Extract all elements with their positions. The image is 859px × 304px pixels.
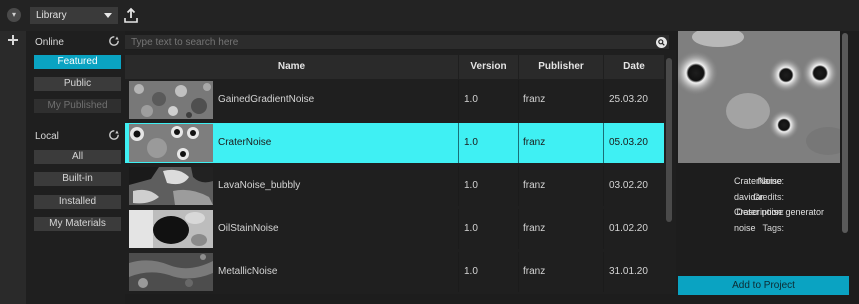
material-preview — [678, 31, 840, 163]
row-publisher: franz — [523, 137, 546, 148]
row-date: 01.02.20 — [609, 223, 648, 234]
details-tags-value: noise — [734, 223, 756, 233]
row-name: OilStainNoise — [218, 223, 279, 234]
my-published-button[interactable]: My Published — [34, 99, 121, 113]
row-divider — [458, 80, 459, 120]
details-tags-label: Tags: — [762, 223, 784, 233]
table-row[interactable]: GainedGradientNoise 1.0 franz 25.03.20 — [125, 80, 664, 120]
material-thumbnail — [129, 81, 213, 119]
row-divider — [458, 252, 459, 292]
row-version: 1.0 — [464, 223, 478, 234]
plus-icon[interactable] — [8, 35, 18, 45]
search-input[interactable] — [131, 35, 651, 49]
column-header-publisher[interactable]: Publisher — [519, 55, 603, 79]
row-publisher: franz — [523, 94, 546, 105]
all-button[interactable]: All — [34, 150, 121, 164]
sidebar — [26, 31, 125, 304]
my-materials-button[interactable]: My Materials — [34, 217, 121, 231]
row-divider — [603, 252, 604, 292]
row-divider — [603, 80, 604, 120]
column-header-version[interactable]: Version — [459, 55, 518, 79]
row-divider — [603, 123, 604, 163]
row-divider — [518, 252, 519, 292]
row-divider — [603, 209, 604, 249]
built-in-button[interactable]: Built-in — [34, 172, 121, 186]
column-header-date[interactable]: Date — [604, 55, 664, 79]
online-section-label: Online — [35, 37, 64, 48]
refresh-online-icon[interactable] — [108, 35, 120, 47]
table-row[interactable]: OilStainNoise 1.0 franz 01.02.20 — [125, 209, 664, 249]
local-section-label: Local — [35, 131, 59, 142]
chevron-down-icon[interactable]: ▾ — [7, 8, 21, 22]
search-icon[interactable] — [656, 37, 667, 48]
library-select-label: Library — [36, 10, 67, 21]
row-divider — [458, 209, 459, 249]
row-divider — [518, 209, 519, 249]
column-header-name[interactable]: Name — [125, 55, 458, 79]
add-strip — [0, 31, 26, 304]
row-version: 1.0 — [464, 266, 478, 277]
table-row[interactable]: MetallicNoise 1.0 franz 31.01.20 — [125, 252, 664, 292]
row-publisher: franz — [523, 223, 546, 234]
table-row-selected[interactable]: CraterNoise 1.0 franz 05.03.20 — [125, 123, 664, 163]
library-select[interactable]: Library — [30, 7, 118, 24]
row-version: 1.0 — [464, 137, 478, 148]
details-credits-value: davidar — [734, 192, 764, 202]
details-scrollbar[interactable] — [842, 33, 848, 233]
material-thumbnail — [129, 210, 213, 248]
row-divider — [518, 123, 519, 163]
row-divider — [518, 80, 519, 120]
details-description-value: Crater noise generator — [734, 207, 825, 217]
row-name: CraterNoise — [218, 137, 272, 148]
add-to-project-button[interactable]: Add to Project — [678, 276, 849, 295]
row-divider — [518, 166, 519, 206]
row-date: 31.01.20 — [609, 266, 648, 277]
featured-button[interactable]: Featured — [34, 55, 121, 69]
row-divider — [458, 123, 459, 163]
row-name: MetallicNoise — [218, 266, 278, 277]
material-thumbnail — [129, 167, 213, 205]
row-divider — [603, 166, 604, 206]
row-date: 05.03.20 — [609, 137, 648, 148]
row-version: 1.0 — [464, 180, 478, 191]
row-name: LavaNoise_bubbly — [218, 180, 301, 191]
details-name-value: CraterNoise — [734, 176, 783, 186]
row-version: 1.0 — [464, 94, 478, 105]
refresh-local-icon[interactable] — [108, 129, 120, 141]
row-publisher: franz — [523, 266, 546, 277]
search-bar — [125, 35, 669, 49]
row-date: 25.03.20 — [609, 94, 648, 105]
row-date: 03.02.20 — [609, 180, 648, 191]
material-thumbnail — [129, 124, 213, 162]
row-divider — [458, 166, 459, 206]
caret-down-icon — [104, 13, 112, 18]
installed-button[interactable]: Installed — [34, 195, 121, 209]
table-row[interactable]: LavaNoise_bubbly 1.0 franz 03.02.20 — [125, 166, 664, 206]
material-thumbnail — [129, 253, 213, 291]
table-scrollbar[interactable] — [666, 58, 672, 222]
public-button[interactable]: Public — [34, 77, 121, 91]
upload-icon[interactable] — [123, 7, 139, 24]
row-publisher: franz — [523, 180, 546, 191]
row-name: GainedGradientNoise — [218, 94, 315, 105]
